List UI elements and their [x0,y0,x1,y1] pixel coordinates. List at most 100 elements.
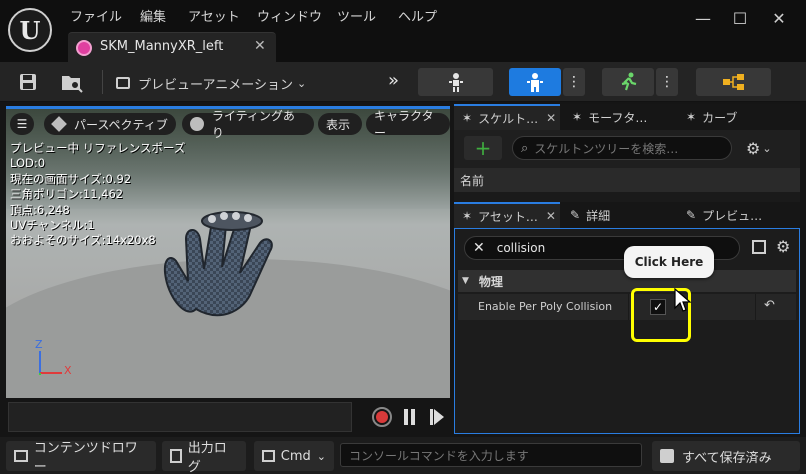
title-bar: U ファイル 編集 アセット ウィンドウ ツール ヘルプ — ☐ ✕ SKM_M… [0,0,806,66]
right-panel: ✶ スケルト… ✕ ✶ モーフタ… ✶ カーブ + ⌕ スケルトンツリーを検索…… [454,104,800,434]
details-settings-gear-icon[interactable]: ⚙ [776,237,790,256]
unreal-logo-icon[interactable]: U [8,8,52,52]
tab-close-icon[interactable]: ✕ [546,111,556,125]
mouse-cursor-icon [674,288,692,312]
animation-options-icon[interactable]: ⋮ [656,68,678,96]
stat-approx-size: おおよそのサイズ:14x20x8 [10,233,156,248]
tab-asset-details[interactable]: ✶ アセット… ✕ [454,202,560,228]
timeline-track[interactable] [8,402,352,432]
chevron-down-icon: ⌄ [296,76,307,90]
lighting-label: ライティングあり [211,109,295,140]
tab-close-icon[interactable]: ✕ [546,209,556,223]
skeleton-mode-button[interactable] [418,68,493,96]
details-tab-bar: ✶ アセット… ✕ ✎ 詳細 ✎ プレビュ… [454,202,800,228]
mesh-mode-button[interactable] [509,68,561,96]
details-search-value: collision [496,241,546,255]
skeleton-settings-button[interactable]: ⚙ ⌄ [746,136,772,160]
timeline-bar [6,400,450,434]
perspective-label: パースペクティブ [74,117,168,132]
animation-icon [116,77,130,89]
tab-curves[interactable]: ✶ カーブ [686,104,737,130]
menu-help[interactable]: ヘルプ [398,6,437,25]
tooltip-text: Click Here [634,255,704,269]
tab-morph-targets[interactable]: ✶ モーフタ… [572,104,647,130]
reset-divider [755,294,756,320]
terminal-icon [262,450,275,462]
blueprint-mode-button[interactable] [696,68,771,96]
table-view-icon[interactable] [752,240,766,254]
category-physics-label: 物理 [478,274,503,289]
stat-triangles: 三角ポリゴン:11,462 [10,187,124,202]
menu-edit[interactable]: 編集 [140,6,166,25]
menu-window[interactable]: ウィンドウ [257,6,322,25]
preview-animation-dropdown[interactable]: プレビューアニメーション ⌄ [116,70,306,96]
perspective-button[interactable]: パースペクティブ [44,113,176,135]
skeleton-tab-bar: ✶ スケルト… ✕ ✶ モーフタ… ✶ カーブ [454,104,800,130]
add-bone-button[interactable]: + [464,136,502,160]
pencil-icon: ✎ [570,208,581,222]
animation-mode-button[interactable] [602,68,654,96]
clear-search-icon[interactable]: ✕ [473,240,485,256]
cmd-dropdown[interactable]: Cmd ⌄ [254,441,334,471]
asset-icon: ✶ [462,209,473,223]
save-all-button[interactable]: すべて保存済み [652,441,800,471]
chevron-down-icon: ⌄ [316,449,326,463]
mesh-options-icon[interactable]: ⋮ [563,68,585,96]
gear-icon: ⚙ [746,138,761,158]
reset-to-default-icon[interactable]: ↶ [764,298,775,313]
record-icon [376,411,388,423]
output-log-button[interactable]: 出力ログ [162,441,246,474]
folder-icon [14,450,28,462]
character-button[interactable]: キャラクター [366,109,450,140]
property-label: Enable Per Poly Collision [478,300,613,313]
menu-tools[interactable]: ツール [337,6,376,25]
tab-skeleton-label: スケルト… [478,111,539,126]
step-forward-icon[interactable] [430,409,444,425]
node-graph-icon [722,74,744,90]
tab-close-icon[interactable]: ✕ [254,38,266,54]
tab-asset-label: アセット… [478,209,538,224]
viewport[interactable]: ☰ パースペクティブ ライティングあり 表示 キャラクター プレビュー中 リファ… [6,106,450,398]
tab-title: SKM_MannyXR_left [100,39,224,54]
menu-asset[interactable]: アセット [188,6,240,25]
close-window-icon[interactable]: ✕ [766,8,792,28]
preview-animation-label: プレビューアニメーション [138,77,293,93]
curve-icon: ✶ [686,110,697,124]
show-button[interactable]: 表示 [318,113,362,135]
skeleton-search-input[interactable]: ⌕ スケルトンツリーを検索… [512,136,732,160]
minimize-icon[interactable]: — [690,8,716,28]
save-icon[interactable] [18,72,38,92]
tab-details-label: 詳細 [586,208,611,223]
maximize-icon[interactable]: ☐ [727,8,753,28]
running-person-icon [621,72,637,91]
stat-lod: LOD:0 [10,156,46,171]
viewport-menu-icon[interactable]: ☰ [10,113,34,135]
tab-details[interactable]: ✎ 詳細 [570,202,610,228]
property-divider [628,294,629,320]
record-button[interactable] [372,407,392,427]
tab-skm-manny[interactable]: SKM_MannyXR_left ✕ [68,32,276,62]
content-drawer-button[interactable]: コンテンツドロワー [6,441,156,474]
click-here-tooltip: Click Here [624,246,714,278]
browse-asset-icon[interactable] [60,72,84,94]
menu-file[interactable]: ファイル [70,6,122,25]
skeleton-search-placeholder: スケルトンツリーを検索… [534,141,679,156]
show-label: 表示 [326,117,351,132]
console-command-input[interactable]: コンソールコマンドを入力します [340,443,642,467]
tab-skeleton-tree[interactable]: ✶ スケルト… ✕ [454,104,560,130]
pencil-icon: ✎ [686,208,697,222]
bottom-bar: コンテンツドロワー 出力ログ Cmd ⌄ コンソールコマンドを入力します すべて… [0,437,806,474]
tab-preview-settings[interactable]: ✎ プレビュ… [686,202,762,228]
name-column-header: 名前 [460,173,485,188]
bone-icon: ✶ [462,111,473,125]
toolbar-divider [102,70,103,94]
pause-icon[interactable] [404,409,416,425]
stat-preview-mode: プレビュー中 リファレンスポーズ [10,141,186,155]
skeleton-icon [448,73,463,92]
lighting-button[interactable]: ライティングあり [182,109,314,140]
expand-toolbar-icon[interactable]: » [388,70,399,91]
viewport-stats: プレビュー中 リファレンスポーズ LOD:0 現在の画面サイズ:0.92 三角ポ… [10,141,185,249]
output-log-label: 出力ログ [187,441,227,474]
content-drawer-label: コンテンツドロワー [33,441,138,474]
search-icon: ⌕ [521,140,529,156]
